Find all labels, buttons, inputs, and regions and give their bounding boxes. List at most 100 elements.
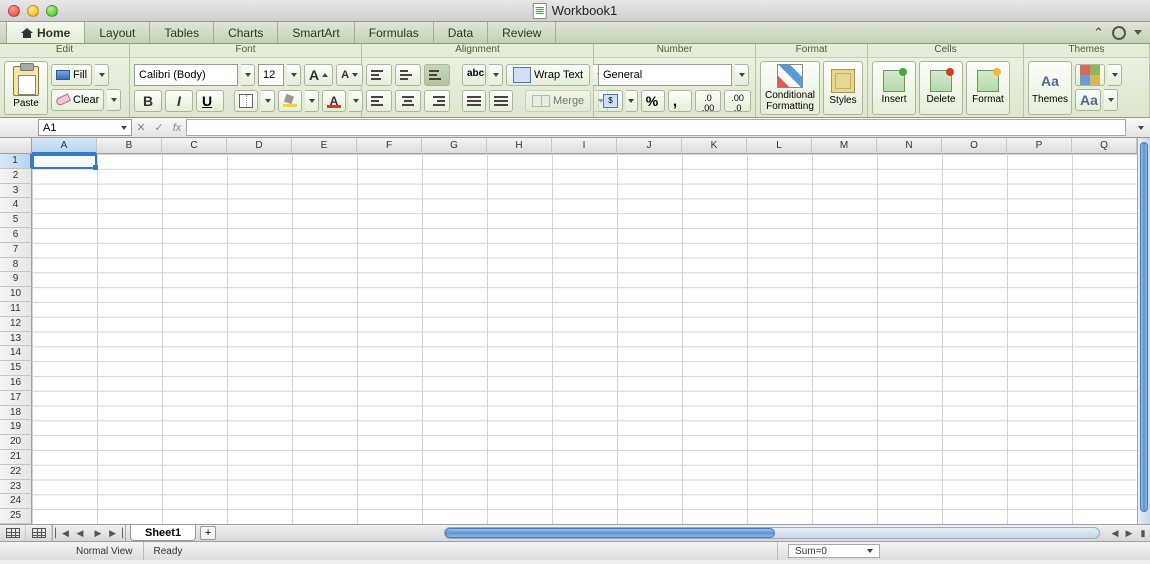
close-window-button[interactable] <box>8 5 20 17</box>
row-header-7[interactable]: 7 <box>0 243 32 258</box>
row-header-14[interactable]: 14 <box>0 346 32 361</box>
column-header-I[interactable]: I <box>552 138 617 154</box>
add-sheet-button[interactable]: + <box>200 526 216 540</box>
align-bottom-button[interactable] <box>424 64 450 86</box>
next-sheet-button[interactable]: ▶ <box>89 525 107 541</box>
tab-review[interactable]: Review <box>488 22 556 43</box>
decrease-indent-button[interactable] <box>462 90 486 112</box>
last-sheet-button[interactable]: ▶▕ <box>107 525 125 541</box>
font-color-dropdown[interactable] <box>349 90 363 112</box>
row-header-20[interactable]: 20 <box>0 435 32 450</box>
column-header-D[interactable]: D <box>227 138 292 154</box>
scroll-right-button[interactable]: ▶ <box>1122 528 1136 539</box>
font-color-button[interactable]: A <box>322 90 346 112</box>
increase-indent-button[interactable] <box>489 90 513 112</box>
column-header-B[interactable]: B <box>97 138 162 154</box>
currency-dropdown[interactable] <box>626 90 638 112</box>
theme-colors-dropdown[interactable] <box>1108 64 1122 86</box>
row-header-6[interactable]: 6 <box>0 228 32 243</box>
column-header-O[interactable]: O <box>942 138 1007 154</box>
column-header-J[interactable]: J <box>617 138 682 154</box>
clear-button[interactable]: Clear <box>51 89 104 111</box>
themes-button[interactable]: AaThemes <box>1028 61 1072 115</box>
orientation-button[interactable]: abc <box>462 64 486 86</box>
minimize-window-button[interactable] <box>27 5 39 17</box>
row-header-10[interactable]: 10 <box>0 287 32 302</box>
column-header-E[interactable]: E <box>292 138 357 154</box>
enter-formula-button[interactable]: ✓ <box>150 120 168 136</box>
scroll-left-button[interactable]: ◀ <box>1108 528 1122 539</box>
font-size-dropdown[interactable] <box>287 64 301 86</box>
horizontal-scroll-thumb[interactable] <box>445 528 775 538</box>
decrease-decimal-button[interactable]: .00.0 <box>724 90 751 112</box>
row-header-1[interactable]: 1 <box>0 154 32 169</box>
styles-button[interactable]: Styles <box>823 61 863 115</box>
gear-dropdown[interactable] <box>1134 30 1142 35</box>
fill-button[interactable]: Fill <box>51 64 92 86</box>
fill-dropdown[interactable] <box>95 64 109 86</box>
row-header-18[interactable]: 18 <box>0 406 32 421</box>
sum-display[interactable]: Sum=0 <box>788 544 880 558</box>
align-left-button[interactable] <box>366 90 392 112</box>
column-header-Q[interactable]: Q <box>1072 138 1137 154</box>
font-name-input[interactable] <box>134 64 238 86</box>
gear-icon[interactable] <box>1112 26 1126 40</box>
column-header-A[interactable]: A <box>32 138 97 154</box>
column-header-M[interactable]: M <box>812 138 877 154</box>
orientation-dropdown[interactable] <box>489 64 503 86</box>
row-header-22[interactable]: 22 <box>0 465 32 480</box>
row-header-24[interactable]: 24 <box>0 494 32 509</box>
formula-input[interactable] <box>186 119 1126 136</box>
row-header-25[interactable]: 25 <box>0 509 32 524</box>
row-header-5[interactable]: 5 <box>0 213 32 228</box>
grow-font-button[interactable]: A <box>304 64 333 86</box>
column-header-K[interactable]: K <box>682 138 747 154</box>
sheet-tab-1[interactable]: Sheet1 <box>130 525 196 541</box>
column-header-H[interactable]: H <box>487 138 552 154</box>
row-header-23[interactable]: 23 <box>0 480 32 495</box>
row-header-13[interactable]: 13 <box>0 332 32 347</box>
column-header-C[interactable]: C <box>162 138 227 154</box>
wrap-text-button[interactable]: Wrap Text <box>506 64 590 86</box>
border-dropdown[interactable] <box>261 90 275 112</box>
align-center-button[interactable] <box>395 90 421 112</box>
split-handle[interactable]: ▮ <box>1136 528 1150 539</box>
page-layout-view-button[interactable] <box>26 525 52 541</box>
row-header-9[interactable]: 9 <box>0 272 32 287</box>
merge-button[interactable]: Merge <box>525 90 591 112</box>
zoom-window-button[interactable] <box>46 5 58 17</box>
collapse-ribbon-button[interactable]: ⌃ <box>1093 25 1104 41</box>
align-middle-button[interactable] <box>395 64 421 86</box>
percent-button[interactable]: % <box>641 90 665 112</box>
row-header-21[interactable]: 21 <box>0 450 32 465</box>
fill-color-dropdown[interactable] <box>305 90 319 112</box>
cells-area[interactable] <box>32 154 1137 524</box>
shrink-font-button[interactable]: A <box>336 64 363 86</box>
first-sheet-button[interactable]: ▏◀ <box>53 525 71 541</box>
expand-formula-button[interactable] <box>1132 120 1150 136</box>
comma-button[interactable]: , <box>668 90 692 112</box>
border-button[interactable] <box>234 90 258 112</box>
name-box[interactable]: A1 <box>38 119 132 136</box>
insert-button[interactable]: Insert <box>872 61 916 115</box>
column-header-G[interactable]: G <box>422 138 487 154</box>
row-header-3[interactable]: 3 <box>0 184 32 199</box>
column-header-F[interactable]: F <box>357 138 422 154</box>
font-size-input[interactable] <box>258 64 284 86</box>
normal-view-button[interactable] <box>0 525 26 541</box>
tab-smartart[interactable]: SmartArt <box>278 22 354 43</box>
row-header-17[interactable]: 17 <box>0 391 32 406</box>
fill-color-button[interactable] <box>278 90 302 112</box>
theme-colors-button[interactable] <box>1075 64 1105 86</box>
row-header-16[interactable]: 16 <box>0 376 32 391</box>
theme-fonts-button[interactable]: Aa <box>1075 89 1101 111</box>
tab-data[interactable]: Data <box>434 22 488 43</box>
cancel-formula-button[interactable]: ✕ <box>132 120 150 136</box>
theme-fonts-dropdown[interactable] <box>1104 89 1118 111</box>
number-format-input[interactable] <box>598 64 732 86</box>
vertical-scrollbar[interactable] <box>1137 138 1150 524</box>
tab-formulas[interactable]: Formulas <box>355 22 434 43</box>
format-button[interactable]: Format <box>966 61 1010 115</box>
tab-home[interactable]: Home <box>6 22 85 43</box>
increase-decimal-button[interactable]: .0.00 <box>695 90 722 112</box>
